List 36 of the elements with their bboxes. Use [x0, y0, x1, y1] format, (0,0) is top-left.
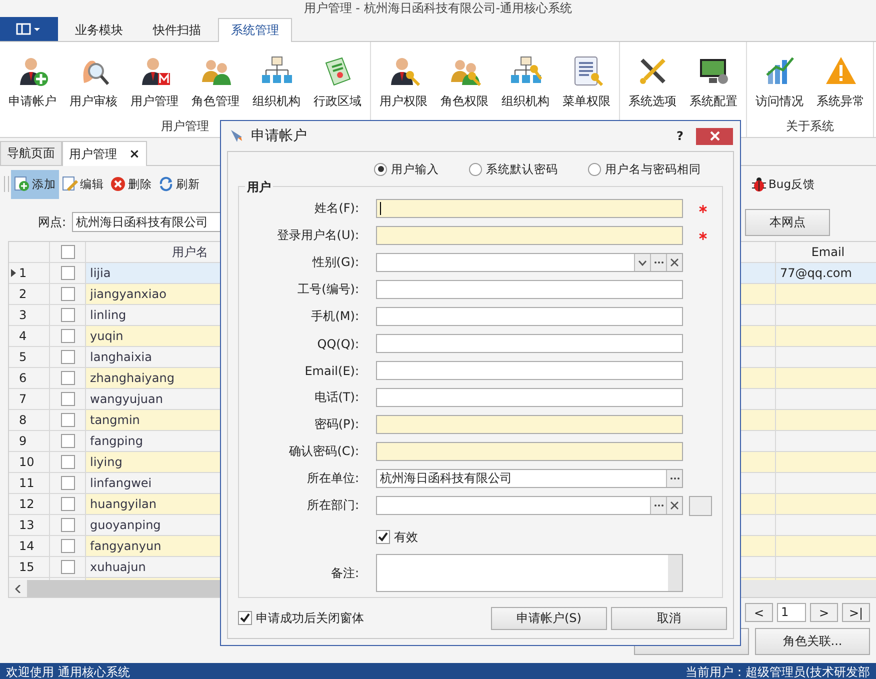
row-number: 15 [19, 560, 34, 574]
field-label: 性别(G): [311, 254, 360, 271]
field-label: 所在单位: [306, 470, 360, 487]
row-number: 7 [19, 392, 27, 406]
field-label: 备注: [330, 564, 360, 582]
field-label: 手机(M): [310, 308, 360, 325]
row-number: 6 [19, 371, 27, 385]
row-number: 8 [19, 413, 27, 427]
group-title: 用户 [245, 179, 273, 196]
row-number: 13 [19, 518, 34, 532]
row-number: 9 [19, 434, 27, 448]
row-number: 5 [19, 350, 27, 364]
row-number: 1 [19, 266, 27, 280]
table-cell-text: 77@qq.com [779, 265, 853, 282]
field-label: 所在部门: [306, 497, 360, 514]
row-number: 10 [19, 455, 34, 469]
row-number: 12 [19, 497, 34, 511]
field-label: 网点: [38, 214, 66, 230]
dialog-title: 申请帐户 [251, 127, 307, 145]
row-number: 3 [19, 308, 27, 322]
group-label: 关于系统 [786, 118, 834, 135]
field-label: 姓名(F): [314, 200, 360, 217]
group-label: 用户管理 [161, 118, 209, 135]
status-text: 欢迎使用 通用核心系统 [6, 665, 130, 679]
row-number: 2 [19, 287, 27, 301]
window-title: 用户管理 - 杭州海日函科技有限公司-通用核心系统 [304, 1, 572, 17]
field-label: 工号(编号): [296, 281, 360, 298]
row-number: 14 [19, 539, 34, 553]
row-number: 11 [19, 476, 34, 490]
field-label: 密码(P): [313, 416, 360, 433]
field-label: 电话(T): [313, 389, 360, 406]
status-text: 当前用户：超级管理员(技术研发部 [685, 665, 870, 679]
field-label: 确认密码(C): [288, 443, 360, 460]
field-label: Email(E): [304, 364, 360, 378]
row-number: 4 [19, 329, 27, 343]
field-label: QQ(Q): [316, 336, 360, 350]
